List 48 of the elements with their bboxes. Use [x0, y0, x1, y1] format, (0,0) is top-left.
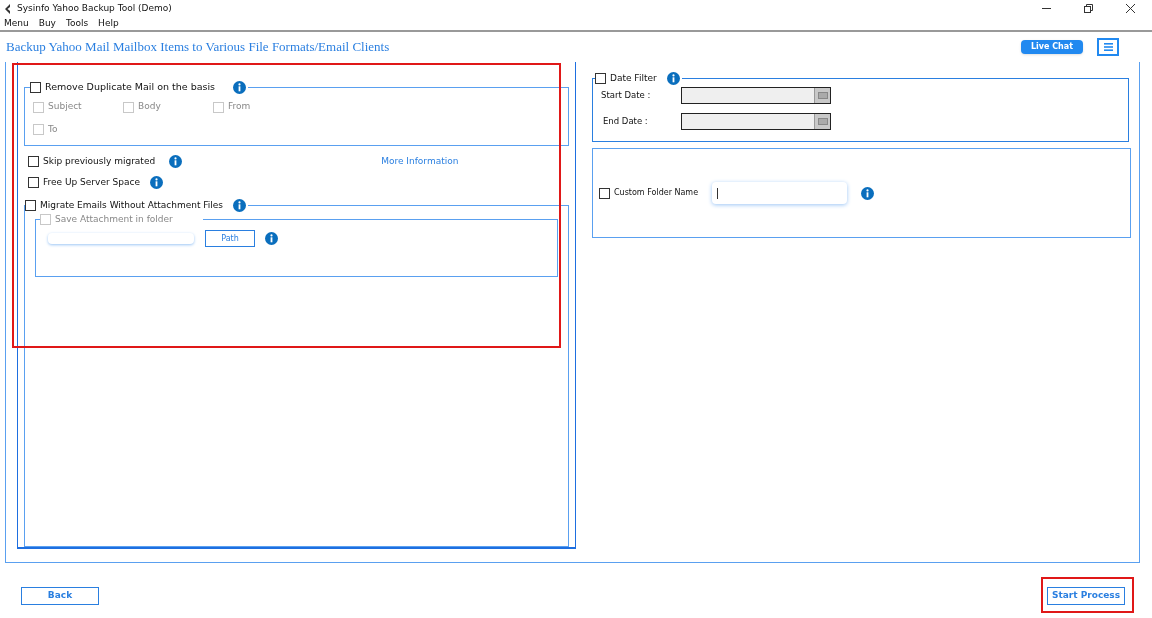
custom-folder-input-field[interactable] — [712, 182, 848, 204]
menu-item[interactable]: Tools — [65, 16, 89, 31]
checkbox-label: Custom Folder Name — [614, 187, 699, 199]
checkbox-label: Migrate Emails Without Attachment Files — [40, 199, 224, 212]
checkbox-label: Save Attachment in folder — [55, 212, 173, 226]
back-button[interactable]: Back — [21, 587, 99, 605]
checkbox-label: Remove Duplicate Mail on the basis — [45, 80, 216, 94]
checkbox-label: From — [228, 100, 251, 114]
checkbox-label: Date Filter — [610, 72, 657, 85]
menu-icon — [1103, 43, 1113, 51]
info-icon[interactable] — [169, 155, 183, 169]
checkbox[interactable] — [599, 187, 610, 199]
menu-item[interactable]: Menu — [4, 16, 29, 31]
info-icon[interactable] — [666, 72, 680, 86]
checkbox-label: Body — [138, 100, 161, 114]
calendar-icon — [817, 91, 828, 99]
live-chat-button[interactable]: Live Chat — [1020, 40, 1083, 54]
start-date-label: Start Date : — [601, 88, 652, 102]
checkbox-label: Skip previously migrated — [43, 155, 156, 168]
start-process-button[interactable]: Start Process — [1047, 587, 1125, 605]
info-icon[interactable] — [149, 175, 163, 189]
calendar-icon — [817, 117, 828, 125]
menu-item[interactable]: Buy — [38, 16, 56, 31]
minimize-icon — [1041, 8, 1051, 9]
page-heading: Backup Yahoo Mail Mailbox Items to Various File Formats/Email Clients — [6, 38, 390, 57]
menu-item[interactable]: Help — [98, 16, 119, 31]
date-field[interactable] — [681, 112, 831, 130]
path-button[interactable]: Path — [205, 230, 255, 247]
info-icon[interactable] — [861, 186, 875, 200]
restore-icon — [1083, 4, 1093, 13]
more-information-link[interactable]: More Information — [381, 155, 459, 169]
checkbox-label: Subject — [48, 100, 82, 114]
end-date-label: End Date : — [602, 114, 649, 128]
info-icon[interactable] — [265, 232, 278, 245]
checkbox-label: To — [48, 122, 58, 136]
checkbox[interactable] — [28, 176, 39, 188]
date-field[interactable] — [681, 86, 831, 104]
checkbox-label: Free Up Server Space — [43, 175, 140, 189]
checkbox[interactable] — [25, 200, 36, 212]
info-icon[interactable] — [233, 199, 247, 213]
info-icon[interactable] — [233, 80, 247, 94]
checkbox[interactable] — [595, 73, 606, 85]
checkbox[interactable] — [30, 81, 41, 93]
app-logo-icon — [4, 3, 11, 14]
menu-button[interactable] — [1097, 38, 1119, 56]
window-title: Sysinfo Yahoo Backup Tool (Demo) — [17, 1, 172, 15]
close-icon — [1125, 4, 1135, 13]
checkbox[interactable] — [28, 156, 39, 168]
